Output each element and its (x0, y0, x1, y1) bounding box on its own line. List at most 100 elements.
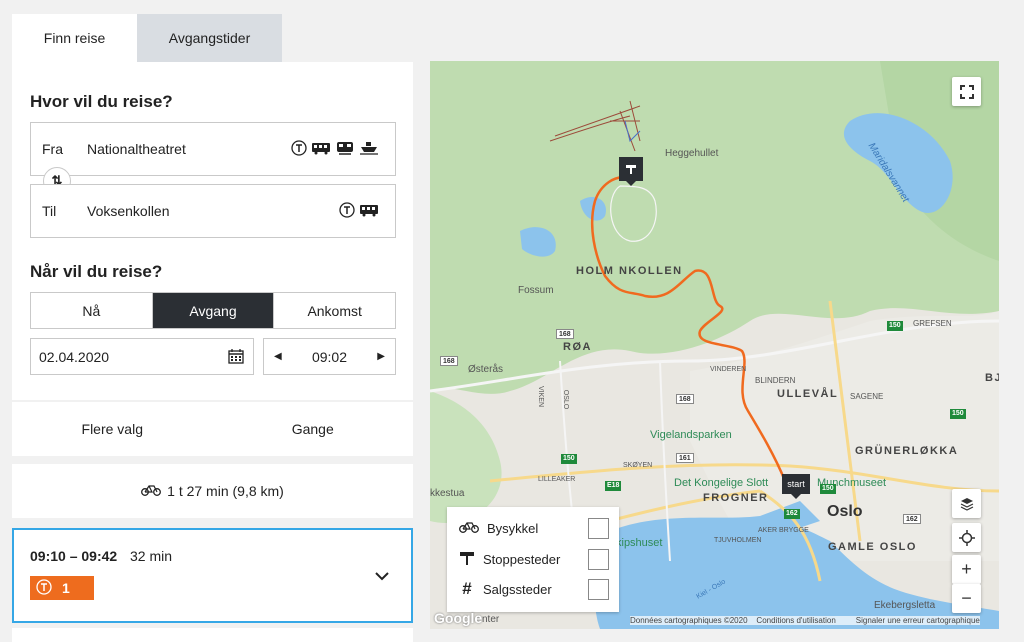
road-shield: 150 (561, 454, 577, 464)
map-label: VINDEREN (710, 366, 747, 373)
road-shield: 162 (903, 514, 921, 524)
road-shield: 150 (887, 321, 903, 331)
bus-icon (359, 203, 379, 217)
tram-icon (339, 202, 355, 218)
map-label: TJUVHOLMEN (714, 537, 762, 544)
from-value: Nationaltheatret (87, 141, 186, 157)
map-label: VIKEN (537, 385, 545, 408)
map[interactable]: Heggehullet Maridalsvannet HOLM NKOLLEN … (430, 61, 999, 629)
map-label: BJ (985, 372, 999, 384)
time-value: 09:02 (311, 348, 348, 365)
to-label: Til (42, 203, 57, 219)
mode-arrival-button[interactable]: Ankomst (274, 293, 395, 328)
bus-icon (311, 141, 331, 155)
tab-bar: Finn reise Avgangstider (12, 14, 282, 62)
mode-departure-button[interactable]: Avgang (152, 293, 275, 328)
ferry-icon (359, 141, 379, 155)
legend-stops-row[interactable]: Stoppesteder (459, 548, 609, 570)
map-label: Østerås (468, 364, 504, 375)
destination-stop-pin[interactable] (619, 157, 643, 186)
search-panel: Hvor vil du reise? Fra Nationaltheatret … (12, 62, 413, 400)
date-input[interactable]: 02.04.2020 (30, 338, 254, 375)
legend-stops-checkbox[interactable] (588, 548, 609, 570)
when-heading: Når vil du reise? (30, 262, 163, 281)
hash-icon: # (462, 579, 472, 598)
bicycle-icon (459, 521, 479, 536)
legend-bike-row[interactable]: Bysykkel (459, 517, 609, 539)
train-icon (335, 141, 355, 155)
zoom-in-button[interactable]: + (952, 555, 981, 584)
trip-times: 09:10 – 09:42 (30, 548, 118, 564)
time-input[interactable]: ◀ 09:02 ▶ (263, 338, 396, 375)
bike-summary-text: 1 t 27 min (9,8 km) (167, 483, 284, 499)
chevron-down-icon[interactable] (375, 568, 389, 586)
legend-bike-checkbox[interactable] (588, 517, 609, 539)
walk-speed-button[interactable]: Gange (213, 402, 414, 456)
map-label: OSLO (562, 389, 570, 410)
road-shield: 161 (676, 453, 694, 463)
next-result-card[interactable] (12, 628, 413, 642)
map-label: Oslo (827, 503, 863, 520)
time-decrease-icon[interactable]: ◀ (274, 351, 282, 362)
legend-sales-label: Salgssteder (483, 581, 552, 597)
legend-sales-checkbox[interactable] (588, 578, 609, 600)
report-error-link[interactable]: Signaler une erreur cartographique (856, 616, 980, 625)
calendar-icon[interactable] (228, 349, 244, 367)
map-label: GRÜNERLØKKA (855, 445, 959, 457)
map-label: RØA (563, 341, 592, 353)
map-label: Ekebergsletta (874, 600, 936, 611)
date-value: 02.04.2020 (39, 348, 110, 365)
map-legend: Bysykkel Stoppesteder # Salgssteder (447, 507, 619, 612)
map-label: Det Kongelige Slott (674, 477, 769, 489)
to-value: Voksenkollen (87, 203, 170, 219)
map-footer: Données cartographiques ©2020 Conditions… (630, 616, 980, 625)
legend-bike-label: Bysykkel (487, 520, 539, 536)
map-label: kkestua (430, 488, 465, 499)
map-label: GAMLE OSLO (828, 541, 917, 553)
road-shield: E18 (605, 481, 622, 491)
map-label: Vigelandsparken (650, 429, 732, 441)
map-label: GREFSEN (913, 319, 952, 328)
trip-duration: 32 min (130, 548, 173, 564)
map-label: LILLEAKER (538, 476, 576, 483)
map-label: HOLM NKOLLEN (576, 265, 683, 277)
road-shield: 168 (556, 329, 574, 339)
zoom-out-button[interactable]: − (952, 584, 981, 613)
to-field[interactable]: Til Voksenkollen (30, 184, 396, 238)
map-label: SAGENE (850, 392, 884, 401)
fullscreen-icon (959, 84, 974, 99)
tab-departures[interactable]: Avgangstider (137, 14, 282, 62)
my-location-button[interactable] (952, 523, 981, 552)
options-row: Flere valg Gange (12, 402, 413, 456)
to-mode-icons (339, 202, 379, 218)
map-label: FROGNER (703, 492, 769, 504)
mode-now-button[interactable]: Nå (31, 293, 153, 328)
tab-find-trip[interactable]: Finn reise (12, 14, 137, 62)
from-field[interactable]: Fra Nationaltheatret (30, 122, 396, 176)
fullscreen-button[interactable] (952, 77, 981, 106)
where-heading: Hvor vil du reise? (30, 92, 173, 111)
time-increase-icon[interactable]: ▶ (377, 351, 385, 362)
trip-result-card[interactable]: 09:10 – 09:42 32 min 1 (12, 528, 413, 623)
bicycle-icon (141, 483, 162, 499)
layers-button[interactable] (952, 489, 981, 518)
google-logo: Google (434, 610, 483, 626)
tram-line-badge: 1 (30, 576, 94, 600)
legend-sales-row[interactable]: # Salgssteder (459, 578, 609, 600)
map-label: Heggehullet (665, 148, 719, 159)
from-mode-icons (291, 140, 379, 156)
time-mode-selector: Nå Avgang Ankomst (30, 292, 396, 329)
terms-link[interactable]: Conditions d'utilisation (756, 616, 835, 625)
tram-line-number: 1 (62, 580, 70, 596)
map-label: kipshuset (616, 537, 663, 549)
road-shield: 168 (676, 394, 694, 404)
layers-icon (960, 497, 973, 511)
road-shield: 150 (820, 484, 836, 494)
map-label: AKER BRYGGE (758, 527, 809, 534)
bike-summary[interactable]: 1 t 27 min (9,8 km) (12, 464, 413, 518)
more-options-button[interactable]: Flere valg (12, 402, 213, 456)
from-label: Fra (42, 141, 63, 157)
tram-icon (36, 578, 52, 598)
legend-stops-label: Stoppesteder (483, 551, 561, 567)
start-pin[interactable]: start (782, 474, 810, 499)
